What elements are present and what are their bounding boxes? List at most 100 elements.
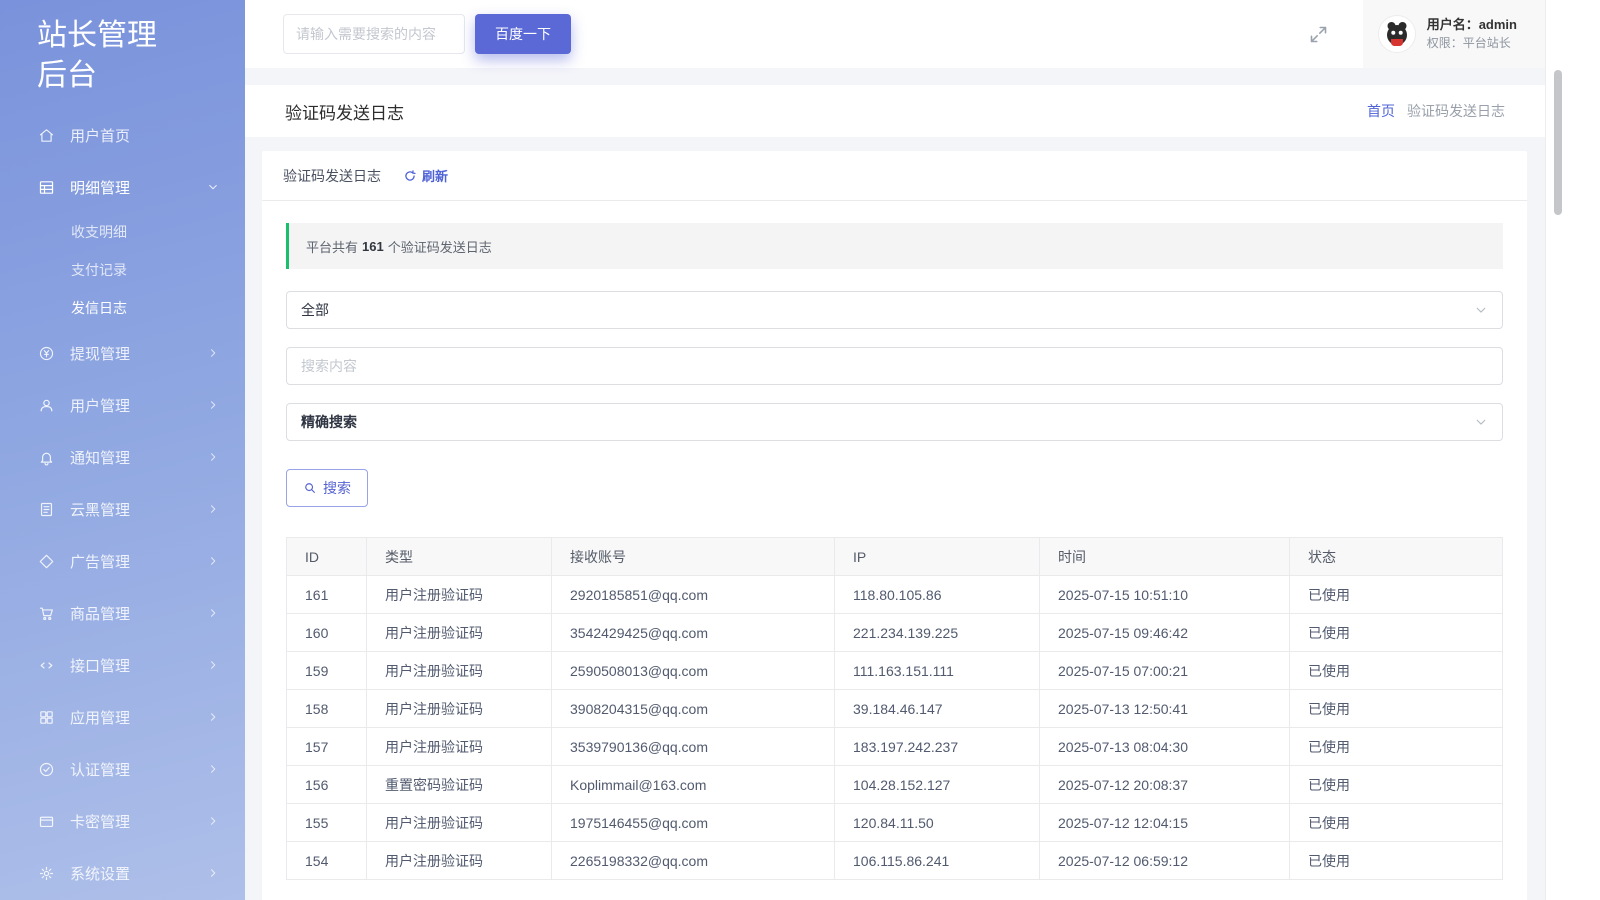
table-cell: 156 [287, 766, 367, 804]
table-header-cell: 接收账号 [552, 538, 835, 576]
table-cell: 2025-07-15 09:46:42 [1040, 614, 1290, 652]
panda-logo-icon [1379, 16, 1415, 52]
table-cell: 39.184.46.147 [835, 690, 1040, 728]
sidebar-item-cart[interactable]: 商品管理 [0, 587, 245, 639]
sidebar-item-money[interactable]: 提现管理 [0, 327, 245, 379]
table-header-cell: ID [287, 538, 367, 576]
sidebar-item-ad[interactable]: 广告管理 [0, 535, 245, 587]
table-header-cell: 类型 [367, 538, 552, 576]
table-cell: 已使用 [1290, 842, 1503, 880]
header-search-input[interactable] [283, 14, 465, 54]
type-select[interactable]: 全部 [286, 291, 1503, 329]
grid-icon [38, 179, 55, 196]
sidebar-item-label: 提现管理 [70, 343, 207, 364]
sidebar-item-label: 云黑管理 [70, 499, 207, 520]
sidebar-subitem[interactable]: 收支明细 [0, 213, 245, 251]
table-cell: 用户注册验证码 [367, 842, 552, 880]
precise-select[interactable]: 精确搜索 [286, 403, 1503, 441]
user-role: 权限：平台站长 [1427, 35, 1517, 52]
search-icon [303, 481, 317, 495]
avatar [1378, 15, 1416, 53]
table-wrap: ID类型接收账号IP时间状态 161用户注册验证码2920185851@qq.c… [286, 537, 1503, 880]
table-row: 155用户注册验证码1975146455@qq.com120.84.11.502… [287, 804, 1503, 842]
cart-icon [38, 605, 55, 622]
sidebar-item-label: 用户首页 [70, 125, 219, 146]
breadcrumb-home-link[interactable]: 首页 [1367, 101, 1395, 121]
ad-icon [38, 553, 55, 570]
summary-alert: 平台共有 161 个验证码发送日志 [286, 223, 1503, 269]
chevron-right-icon [207, 555, 219, 567]
table-row: 161用户注册验证码2920185851@qq.com118.80.105.86… [287, 576, 1503, 614]
breadcrumb: 首页 验证码发送日志 [1367, 101, 1505, 121]
table-cell: 183.197.242.237 [835, 728, 1040, 766]
chevron-right-icon [207, 451, 219, 463]
app-icon [38, 709, 55, 726]
table-cell: 157 [287, 728, 367, 766]
page-title: 验证码发送日志 [285, 99, 404, 124]
log-table: ID类型接收账号IP时间状态 161用户注册验证码2920185851@qq.c… [286, 537, 1503, 880]
sidebar-item-label: 广告管理 [70, 551, 207, 572]
sidebar-item-label: 接口管理 [70, 655, 207, 676]
summary-suffix: 个验证码发送日志 [388, 237, 492, 256]
table-body: 161用户注册验证码2920185851@qq.com118.80.105.86… [287, 576, 1503, 880]
sidebar-item-label: 卡密管理 [70, 811, 207, 832]
bell-icon [38, 449, 55, 466]
card-icon [38, 813, 55, 830]
table-row: 159用户注册验证码2590508013@qq.com111.163.151.1… [287, 652, 1503, 690]
sidebar: 站长管理后台 用户首页明细管理收支明细支付记录发信日志提现管理用户管理通知管理云… [0, 0, 245, 900]
table-row: 154用户注册验证码2265198332@qq.com106.115.86.24… [287, 842, 1503, 880]
scrollbar-thumb[interactable] [1554, 70, 1562, 215]
table-cell: 2025-07-12 12:04:15 [1040, 804, 1290, 842]
sidebar-item-doc[interactable]: 云黑管理 [0, 483, 245, 535]
table-cell: 2025-07-12 06:59:12 [1040, 842, 1290, 880]
sidebar-item-user[interactable]: 用户管理 [0, 379, 245, 431]
sidebar-item-gear[interactable]: 系统设置 [0, 847, 245, 899]
sidebar-item-home[interactable]: 用户首页 [0, 109, 245, 161]
sidebar-item-api[interactable]: 接口管理 [0, 639, 245, 691]
type-select-value: 全部 [301, 300, 329, 320]
sidebar-subitem[interactable]: 支付记录 [0, 251, 245, 289]
table-cell: 2265198332@qq.com [552, 842, 835, 880]
table-header-row: ID类型接收账号IP时间状态 [287, 538, 1503, 576]
table-cell: 3539790136@qq.com [552, 728, 835, 766]
sidebar-item-grid[interactable]: 明细管理 [0, 161, 245, 213]
breadcrumb-current: 验证码发送日志 [1407, 101, 1505, 121]
refresh-button[interactable]: 刷新 [403, 166, 448, 185]
user-meta: 用户名：admin 权限：平台站长 [1427, 16, 1517, 52]
tab-send-log[interactable]: 验证码发送日志 [283, 166, 381, 186]
sidebar-item-label: 认证管理 [70, 759, 207, 780]
table-cell: 已使用 [1290, 690, 1503, 728]
chevron-right-icon [207, 607, 219, 619]
table-cell: 用户注册验证码 [367, 690, 552, 728]
sidebar-subitem[interactable]: 发信日志 [0, 289, 245, 327]
table-cell: 用户注册验证码 [367, 804, 552, 842]
table-row: 156重置密码验证码Koplimmail@163.com104.28.152.1… [287, 766, 1503, 804]
table-header-cell: 状态 [1290, 538, 1503, 576]
main-area: 百度一下 用户名：admin 权限：平台站 [245, 0, 1545, 900]
chevron-right-icon [207, 815, 219, 827]
chevron-down-icon [1474, 415, 1488, 429]
chevron-down-icon [207, 181, 219, 193]
table-cell: 用户注册验证码 [367, 728, 552, 766]
user-block[interactable]: 用户名：admin 权限：平台站长 [1363, 0, 1545, 68]
table-cell: 221.234.139.225 [835, 614, 1040, 652]
topbar-right: 用户名：admin 权限：平台站长 [1308, 0, 1545, 68]
scrollbar-track[interactable] [1545, 0, 1600, 900]
fullscreen-icon[interactable] [1308, 24, 1329, 45]
sidebar-item-card[interactable]: 卡密管理 [0, 795, 245, 847]
search-button[interactable]: 搜索 [286, 469, 368, 507]
doc-icon [38, 501, 55, 518]
sidebar-item-check[interactable]: 认证管理 [0, 743, 245, 795]
table-cell: 用户注册验证码 [367, 576, 552, 614]
table-cell: 106.115.86.241 [835, 842, 1040, 880]
sidebar-item-app[interactable]: 应用管理 [0, 691, 245, 743]
sidebar-item-bell[interactable]: 通知管理 [0, 431, 245, 483]
table-cell: 2025-07-15 07:00:21 [1040, 652, 1290, 690]
table-cell: 已使用 [1290, 766, 1503, 804]
table-cell: 154 [287, 842, 367, 880]
search-content-input[interactable] [301, 358, 1488, 374]
baidu-search-button[interactable]: 百度一下 [475, 14, 571, 54]
user-name: 用户名：admin [1427, 16, 1517, 35]
page-titlebar: 验证码发送日志 首页 验证码发送日志 [245, 85, 1545, 137]
table-cell: 用户注册验证码 [367, 652, 552, 690]
